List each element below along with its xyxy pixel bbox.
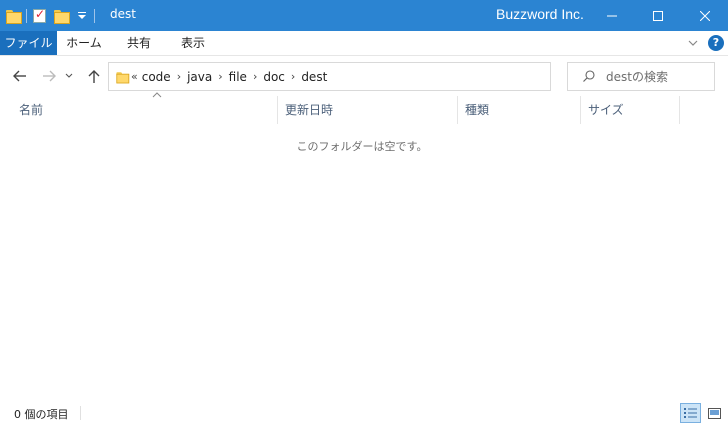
breadcrumb-file[interactable]: file — [229, 70, 247, 84]
minimize-icon — [607, 15, 617, 16]
app-name: Buzzword Inc. — [496, 6, 584, 22]
back-button[interactable] — [9, 64, 31, 88]
minimize-button[interactable] — [589, 0, 635, 31]
search-input[interactable] — [606, 69, 710, 85]
tab-view[interactable]: 表示 — [171, 31, 215, 55]
forward-button[interactable] — [38, 64, 60, 88]
breadcrumb-code[interactable]: code — [142, 70, 171, 84]
large-icons-view-button[interactable] — [704, 403, 724, 423]
breadcrumb-doc[interactable]: doc — [263, 70, 285, 84]
title-bar[interactable]: dest Buzzword Inc. — [0, 0, 728, 31]
folder-icon[interactable] — [6, 10, 22, 24]
column-header-name[interactable]: 名前 — [12, 92, 277, 124]
large-icons-view-icon — [707, 407, 721, 419]
address-bar[interactable]: « code › java › file › doc › dest — [108, 62, 653, 91]
toolbar-divider — [94, 9, 95, 23]
column-header-date[interactable]: 更新日時 — [277, 96, 457, 124]
close-button[interactable] — [682, 0, 728, 31]
properties-icon[interactable] — [33, 7, 46, 23]
maximize-button[interactable] — [635, 0, 681, 31]
back-arrow-icon — [13, 70, 26, 82]
toolbar-divider — [26, 9, 27, 23]
recent-locations-button[interactable] — [62, 64, 76, 88]
column-header-name-label: 名前 — [19, 103, 44, 117]
breadcrumb-java[interactable]: java — [187, 70, 212, 84]
customize-toolbar-icon[interactable] — [76, 10, 88, 22]
search-icon — [583, 70, 595, 82]
new-folder-icon[interactable] — [54, 10, 70, 24]
navigation-bar: « code › java › file › doc › dest — [0, 56, 728, 96]
overflow-chevron[interactable]: « — [131, 70, 138, 83]
chevron-right-icon[interactable]: › — [291, 70, 295, 83]
up-arrow-icon — [88, 70, 100, 83]
details-view-button[interactable] — [680, 403, 701, 423]
item-count: 0 個の項目 — [14, 408, 69, 421]
chevron-right-icon[interactable]: › — [177, 70, 181, 83]
empty-folder-message: このフォルダーは空です。 — [296, 140, 428, 153]
chevron-down-icon — [65, 73, 73, 78]
search-box[interactable] — [567, 62, 715, 91]
maximize-icon — [653, 10, 663, 21]
tab-file[interactable]: ファイル — [0, 31, 57, 55]
tab-home[interactable]: ホーム — [62, 31, 106, 55]
chevron-right-icon[interactable]: › — [253, 70, 257, 83]
quick-access-toolbar — [6, 6, 101, 26]
column-header-size[interactable]: サイズ — [580, 96, 680, 124]
sort-ascending-icon — [152, 92, 162, 98]
breadcrumb: « code › java › file › doc › dest — [131, 63, 327, 90]
status-bar: 0 個の項目 — [0, 400, 728, 426]
window-title: dest — [110, 7, 136, 21]
close-icon — [700, 10, 710, 21]
expand-ribbon-icon[interactable] — [686, 36, 700, 50]
forward-arrow-icon — [43, 70, 56, 82]
chevron-right-icon[interactable]: › — [218, 70, 222, 83]
column-header-row: 名前 更新日時 種類 サイズ — [0, 92, 728, 124]
status-divider — [80, 406, 81, 420]
breadcrumb-dest[interactable]: dest — [301, 70, 327, 84]
details-view-icon — [684, 408, 697, 418]
tab-share[interactable]: 共有 — [119, 31, 159, 55]
up-button[interactable] — [83, 64, 105, 88]
folder-icon — [116, 72, 130, 84]
help-icon[interactable]: ? — [708, 35, 724, 51]
column-header-type[interactable]: 種類 — [457, 96, 580, 124]
ribbon-tabs: ファイル ホーム 共有 表示 ? — [0, 31, 728, 56]
